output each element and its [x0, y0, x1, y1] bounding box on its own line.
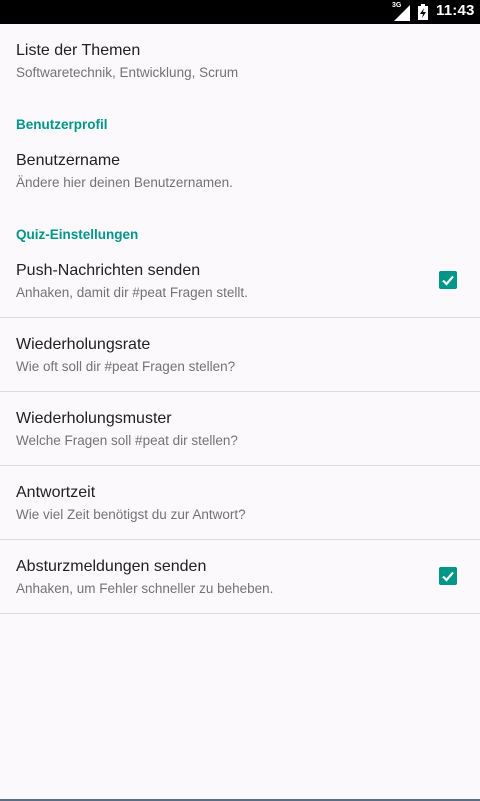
pref-repetition-rate[interactable]: Wiederholungsrate Wie oft soll dir #peat…: [0, 318, 480, 391]
divider: [0, 613, 480, 614]
pref-title: Absturzmeldungen senden: [16, 558, 207, 575]
cell-signal-icon: 3G: [392, 2, 412, 21]
pref-push-notifications[interactable]: Push-Nachrichten senden Anhaken, damit d…: [0, 248, 480, 317]
pref-repetition-pattern[interactable]: Wiederholungsmuster Welche Fragen soll #…: [0, 392, 480, 465]
category-quiz: Quiz-Einstellungen: [16, 227, 139, 242]
pref-summary: Anhaken, damit dir #peat Fragen stellt.: [16, 285, 248, 300]
push-checkbox[interactable]: [439, 271, 457, 289]
pref-title: Wiederholungsmuster: [16, 410, 172, 427]
pref-summary: Wie viel Zeit benötigst du zur Antwort?: [16, 507, 246, 522]
pref-summary: Anhaken, um Fehler schneller zu beheben.: [16, 581, 274, 596]
pref-topics[interactable]: Liste der Themen Softwaretechnik, Entwic…: [0, 24, 480, 110]
pref-summary: Wie oft soll dir #peat Fragen stellen?: [16, 359, 236, 374]
clock: 11:43: [436, 2, 475, 19]
pref-title: Push-Nachrichten senden: [16, 262, 201, 279]
pref-crash-reports[interactable]: Absturzmeldungen senden Anhaken, um Fehl…: [0, 540, 480, 613]
pref-title: Liste der Themen: [16, 42, 141, 59]
status-bar: 3G 11:43: [0, 0, 480, 24]
pref-summary: Welche Fragen soll #peat dir stellen?: [16, 433, 238, 448]
crash-reports-checkbox[interactable]: [439, 567, 457, 585]
pref-summary: Softwaretechnik, Entwicklung, Scrum: [16, 65, 239, 80]
category-profile: Benutzerprofil: [16, 117, 108, 132]
pref-username[interactable]: Benutzername Ändere hier deinen Benutzer…: [0, 138, 480, 218]
pref-title: Benutzername: [16, 152, 121, 169]
battery-icon: [418, 4, 428, 20]
pref-summary: Ändere hier deinen Benutzernamen.: [16, 175, 233, 190]
pref-answer-time[interactable]: Antwortzeit Wie viel Zeit benötigst du z…: [0, 466, 480, 539]
pref-title: Wiederholungsrate: [16, 336, 151, 353]
pref-title: Antwortzeit: [16, 484, 96, 501]
